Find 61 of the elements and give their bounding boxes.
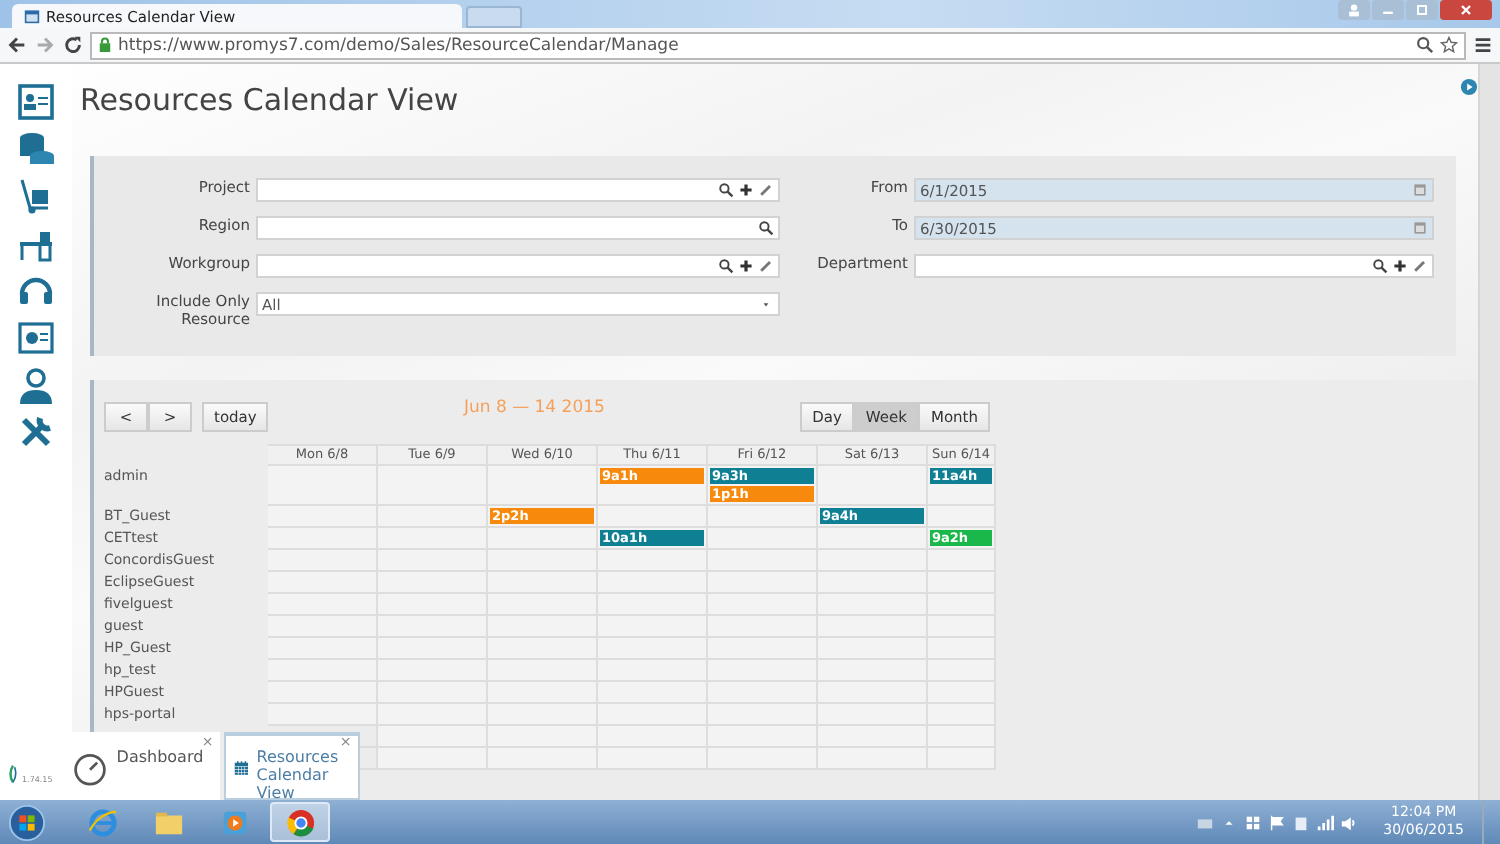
calendar-cell[interactable]	[818, 528, 928, 550]
media-player-icon	[219, 807, 249, 837]
gauge-icon	[72, 750, 109, 786]
scrollbar[interactable]	[1478, 64, 1500, 800]
windows-icon[interactable]	[1243, 813, 1262, 831]
calendar-icon	[24, 8, 40, 24]
plus-icon[interactable]	[738, 182, 754, 198]
lock-icon	[98, 36, 112, 54]
page-title: Resources Calendar View	[80, 82, 459, 118]
plus-icon[interactable]	[1392, 258, 1408, 274]
search-icon[interactable]	[718, 182, 734, 198]
user-button[interactable]	[1338, 0, 1370, 20]
new-tab-button[interactable]	[466, 6, 522, 28]
back-icon[interactable]	[6, 34, 28, 56]
taskbar-button[interactable]	[270, 802, 330, 842]
maximize-button[interactable]	[1406, 0, 1438, 20]
input-field[interactable]	[256, 216, 780, 240]
database-icon[interactable]	[16, 129, 56, 170]
speaker-icon[interactable]	[1339, 813, 1358, 831]
calendar-icon[interactable]	[1412, 220, 1428, 236]
calendar-cell[interactable]	[598, 506, 708, 528]
minimize-button[interactable]	[1372, 0, 1404, 20]
close-icon	[1458, 2, 1474, 18]
pencil-icon[interactable]	[758, 182, 774, 198]
pencil-icon[interactable]	[1412, 258, 1428, 274]
search-icon[interactable]	[1416, 36, 1434, 54]
card-icon[interactable]	[16, 82, 56, 122]
start-button[interactable]	[8, 803, 46, 841]
close-button[interactable]	[1440, 0, 1492, 20]
calendar-cell[interactable]	[818, 466, 928, 506]
folder-icon	[153, 807, 183, 837]
maximize-icon	[1414, 2, 1430, 18]
search-icon[interactable]	[758, 220, 774, 236]
input-field[interactable]	[914, 254, 1434, 278]
calendar-cell[interactable]	[488, 528, 598, 550]
pencil-icon[interactable]	[758, 258, 774, 274]
reload-icon[interactable]	[62, 34, 84, 56]
calendar-cell[interactable]	[378, 506, 488, 528]
logo-icon	[8, 764, 18, 784]
plus-icon[interactable]	[738, 258, 754, 274]
search-icon[interactable]	[1372, 258, 1388, 274]
address-bar[interactable]: https://www.promys7.com/demo/Sales/ResourceCalendar/Manage	[90, 31, 1466, 59]
search-icon[interactable]	[718, 258, 734, 274]
flag-icon[interactable]	[1267, 813, 1286, 831]
calendar-cell[interactable]	[708, 506, 818, 528]
calendar-cell[interactable]	[488, 466, 598, 506]
slides-icon[interactable]	[16, 317, 56, 358]
calendar-cell[interactable]	[378, 466, 488, 506]
chrome-icon	[285, 807, 315, 837]
input-field[interactable]	[256, 254, 780, 278]
user-icon	[1346, 2, 1362, 18]
person-icon[interactable]	[16, 365, 56, 406]
date-range-title: Jun 8 — 14 2015	[461, 397, 607, 417]
input-field[interactable]	[256, 178, 780, 202]
calendar-cell[interactable]	[928, 506, 996, 528]
signal-icon[interactable]	[1315, 813, 1334, 831]
star-icon[interactable]	[1440, 36, 1458, 54]
play-icon[interactable]	[1460, 78, 1478, 96]
menu-icon[interactable]	[1472, 34, 1494, 56]
browser-e-icon	[87, 807, 117, 837]
calendar-icon[interactable]	[1412, 182, 1428, 198]
